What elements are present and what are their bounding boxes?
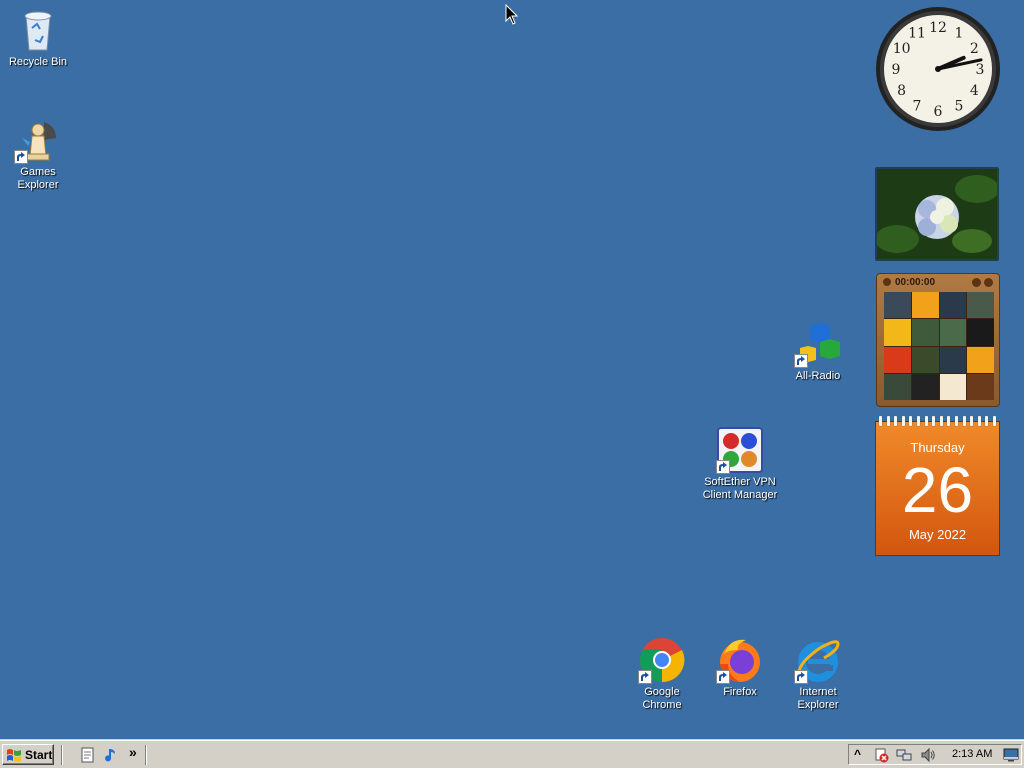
picture-puzzle-gadget[interactable]: 00:00:00 <box>876 273 1000 407</box>
puzzle-grid <box>884 292 994 400</box>
volume-icon[interactable] <box>920 747 936 763</box>
shortcut-arrow-icon <box>716 460 730 474</box>
shortcut-arrow-icon <box>638 670 652 684</box>
shortcut-arrow-icon <box>716 670 730 684</box>
puzzle-tile[interactable] <box>967 373 994 400</box>
clock-numeral: 12 <box>929 20 947 36</box>
taskbar-clock[interactable]: 2:13 AM <box>952 748 992 760</box>
puzzle-help-icon[interactable] <box>972 277 981 287</box>
clock-numeral: 10 <box>893 41 911 57</box>
games-explorer-label: Games Explorer <box>17 166 59 191</box>
internet-explorer-label: Internet Explorer <box>797 686 839 711</box>
puzzle-tile[interactable] <box>939 319 967 346</box>
puzzle-tile[interactable] <box>884 346 911 373</box>
tray-expand-button[interactable]: ^ <box>854 747 861 761</box>
clock-numeral: 3 <box>976 62 985 78</box>
clock-numeral: 8 <box>897 83 906 99</box>
shortcut-arrow-icon <box>794 354 808 368</box>
games-explorer-icon[interactable]: Games Explorer <box>0 116 76 192</box>
start-label: Start <box>25 747 53 762</box>
slideshow-gadget[interactable] <box>875 167 999 261</box>
clock-numeral: 4 <box>970 83 979 99</box>
slideshow-photo <box>877 169 997 259</box>
puzzle-tile[interactable] <box>967 319 994 346</box>
puzzle-tile[interactable] <box>884 292 911 319</box>
all-radio-icon[interactable]: All-Radio <box>780 320 856 383</box>
quick-launch-overflow[interactable]: » <box>129 744 137 760</box>
puzzle-shuffle-icon[interactable] <box>984 277 993 287</box>
puzzle-tile[interactable] <box>967 292 994 319</box>
calendar-day: 26 <box>901 454 974 526</box>
softether-vpn-label: SoftEther VPN Client Manager <box>702 476 778 501</box>
network-icon[interactable] <box>896 747 912 763</box>
firefox-label: Firefox <box>723 686 757 698</box>
shortcut-arrow-icon <box>14 150 28 164</box>
clock-numeral: 7 <box>913 98 922 114</box>
calendar-rings <box>879 416 996 426</box>
clock-numeral: 6 <box>934 104 943 120</box>
puzzle-tile[interactable] <box>939 292 967 319</box>
puzzle-tile[interactable] <box>911 319 939 346</box>
desktop-icon[interactable] <box>1003 747 1019 763</box>
windows-logo-icon <box>7 748 21 762</box>
google-chrome-label: Google Chrome <box>642 686 682 711</box>
puzzle-timer: 00:00:00 <box>895 276 936 288</box>
clock-numeral: 5 <box>955 98 964 114</box>
recycle-bin-icon[interactable]: Recycle Bin <box>0 6 76 69</box>
taskbar: Start » ^ 2:13 AM <box>0 740 1024 768</box>
calendar-weekday: Thursday <box>910 440 965 455</box>
recycle-bin-label: Recycle Bin <box>8 56 68 68</box>
firefox-icon[interactable]: Firefox <box>702 636 778 699</box>
puzzle-tile[interactable] <box>967 346 994 373</box>
shortcut-arrow-icon <box>794 670 808 684</box>
taskbar-separator <box>61 745 63 765</box>
clock-numeral: 1 <box>955 26 964 42</box>
puzzle-tile[interactable] <box>939 346 967 373</box>
mouse-cursor-icon <box>505 4 519 25</box>
system-tray: ^ 2:13 AM <box>848 744 1022 765</box>
media-player-icon[interactable] <box>102 747 118 763</box>
internet-explorer-icon[interactable]: Internet Explorer <box>780 636 856 712</box>
start-button[interactable]: Start <box>2 744 54 765</box>
security-alert-icon[interactable] <box>873 747 889 763</box>
puzzle-tile[interactable] <box>911 292 939 319</box>
puzzle-tile[interactable] <box>884 373 911 400</box>
puzzle-tile[interactable] <box>911 346 939 373</box>
puzzle-tile[interactable] <box>884 319 911 346</box>
google-chrome-icon[interactable]: Google Chrome <box>624 636 700 712</box>
all-radio-label: All-Radio <box>795 370 841 382</box>
clock-face: 12 12 3 45678 9 1011 <box>876 7 1000 131</box>
clock-gadget[interactable]: 12 1 2 3 4 5 6 7 8 9 10 11 <box>874 5 1002 133</box>
calendar-gadget[interactable]: Thursday 26 May 2022 <box>875 416 1000 556</box>
clock-numeral: 11 <box>908 26 926 42</box>
taskbar-separator <box>145 745 147 765</box>
clock-numeral: 9 <box>892 62 901 78</box>
calendar-month-year: May 2022 <box>908 527 967 542</box>
puzzle-clock-icon <box>883 278 891 286</box>
puzzle-tile[interactable] <box>911 373 939 400</box>
puzzle-tile[interactable] <box>939 373 967 400</box>
clock-numeral: 2 <box>970 41 979 57</box>
show-desktop-icon[interactable] <box>80 747 96 763</box>
softether-vpn-icon[interactable]: SoftEther VPN Client Manager <box>702 426 778 502</box>
